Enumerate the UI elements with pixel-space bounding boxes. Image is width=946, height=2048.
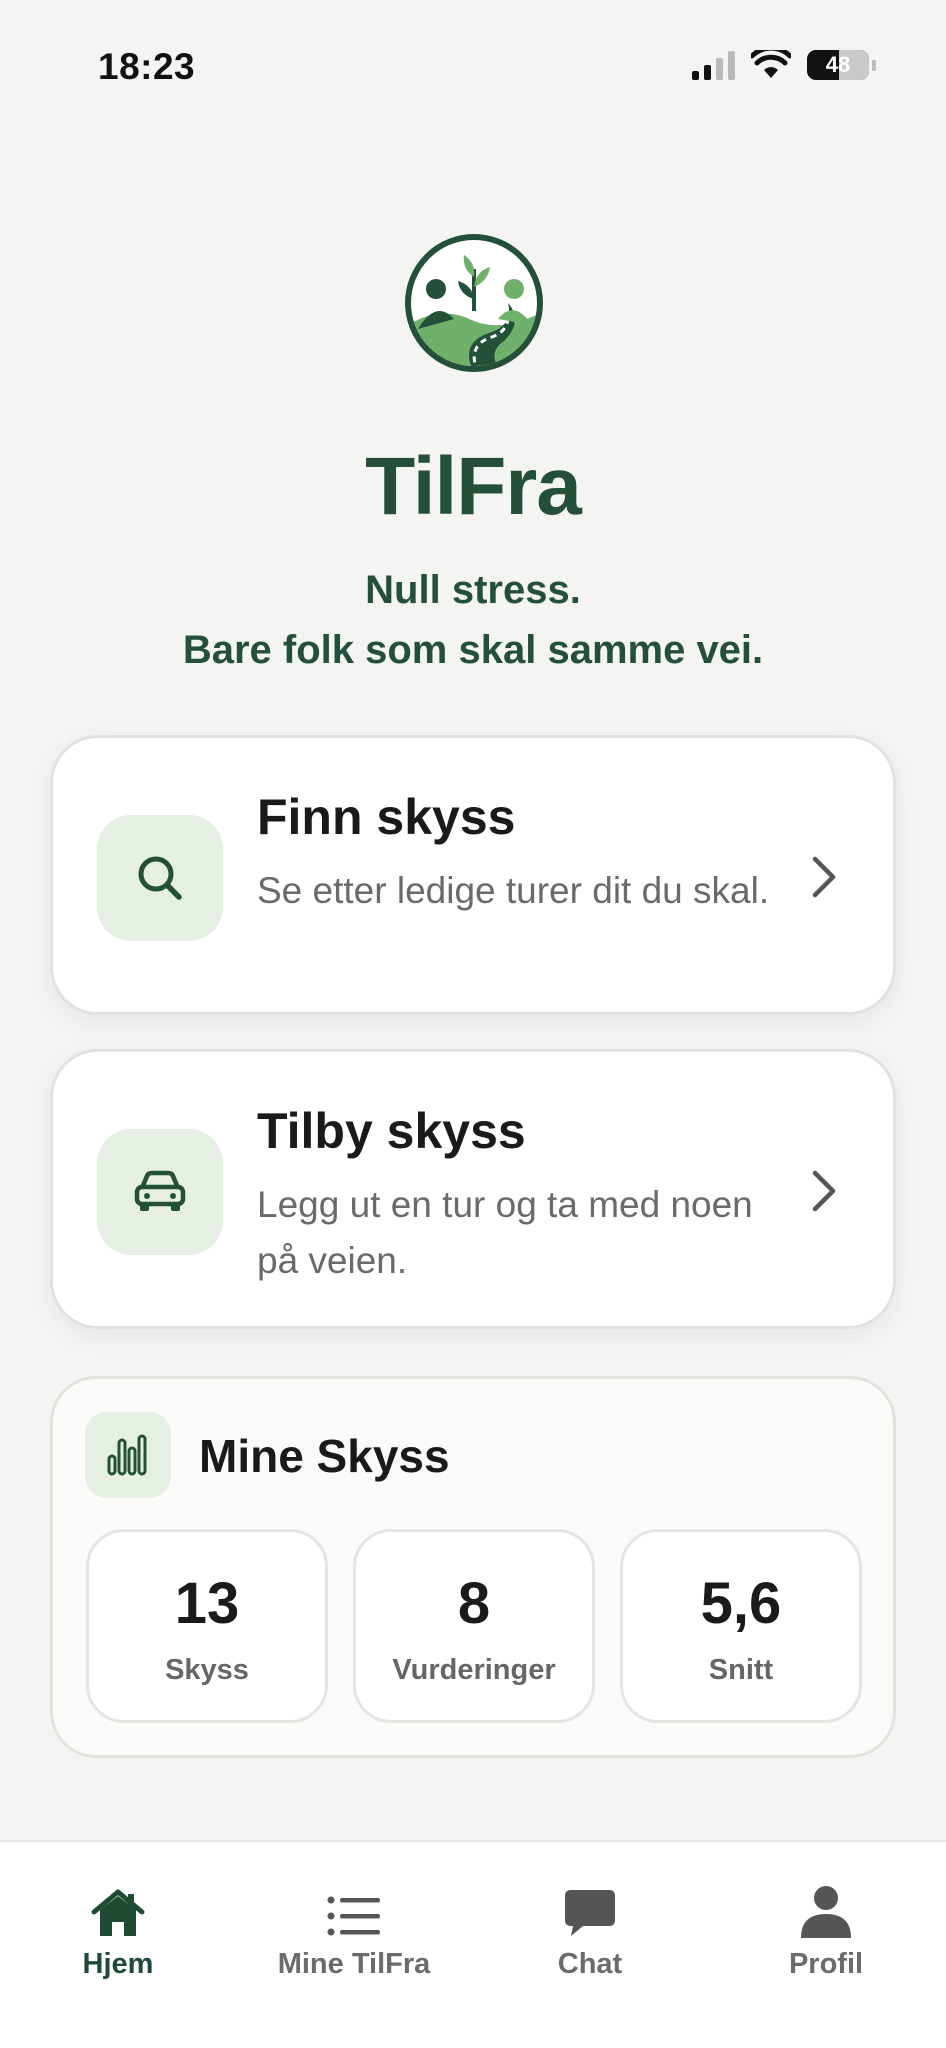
tagline-line-1: Null stress. [365,568,581,612]
stat-average: 5,6 Snitt [620,1529,862,1723]
status-bar: 18:23 48 [0,0,946,140]
find-ride-description: Se etter ledige turer dit du skal. [257,870,770,911]
offer-ride-description: Legg ut en tur og ta med noen på veien. [257,1184,753,1281]
app-title: TilFra [365,441,582,532]
stat-reviews-label: Vurderinger [392,1654,556,1686]
wifi-icon [751,50,791,78]
tab-home[interactable]: Hjem [0,1882,236,1981]
stat-rides-value: 13 [174,1571,240,1636]
find-ride-icon-box [97,815,223,941]
chevron-right-icon [812,856,836,898]
battery-level: 48 [825,52,851,77]
tab-profile[interactable]: Profil [708,1882,944,1981]
stat-reviews-value: 8 [457,1571,491,1636]
stats-title: Mine Skyss [199,1430,450,1482]
stat-reviews: 8 Vurderinger [353,1529,595,1723]
tab-chat-label: Chat [557,1948,623,1980]
person-icon [801,1886,851,1938]
offer-ride-card[interactable]: Tilby skyss Legg ut en tur og ta med noe… [50,1049,896,1329]
bar-chart-icon [107,1434,147,1476]
tab-home-label: Hjem [82,1948,154,1980]
stats-icon-box [85,1412,171,1498]
status-time: 18:23 [98,46,196,87]
stat-rides-label: Skyss [165,1654,249,1686]
tab-profile-label: Profil [788,1948,864,1980]
offer-ride-icon-box [97,1129,223,1255]
list-icon [327,1896,380,1936]
battery-tip [872,59,876,71]
tab-my-tilfra[interactable]: Mine TilFra [236,1882,472,1981]
battery-icon: 48 [807,50,869,80]
tab-chat[interactable]: Chat [472,1882,708,1981]
stat-average-value: 5,6 [700,1571,782,1636]
find-ride-title: Finn skyss [257,789,516,845]
status-icons: 48 [692,50,876,80]
tagline: Null stress. Bare folk som skal samme ve… [0,560,946,680]
tab-my-tilfra-label: Mine TilFra [277,1948,431,1980]
stat-average-label: Snitt [708,1654,774,1686]
my-rides-stats: Mine Skyss 13 Skyss 8 Vurderinger 5,6 Sn… [50,1376,896,1758]
cellular-signal-icon [692,50,735,80]
car-icon [134,1170,186,1211]
chat-icon [565,1890,615,1936]
search-icon [138,856,182,900]
chevron-right-icon [812,1170,836,1212]
home-icon [91,1889,145,1936]
offer-ride-title: Tilby skyss [257,1103,526,1159]
tab-bar: Hjem Mine TilFra Chat Profil [0,1840,946,2048]
find-ride-card[interactable]: Finn skyss Se etter ledige turer dit du … [50,735,896,1015]
tilfra-logo-icon [405,234,543,372]
tagline-line-2: Bare folk som skal samme vei. [182,628,764,672]
stat-rides: 13 Skyss [86,1529,328,1723]
